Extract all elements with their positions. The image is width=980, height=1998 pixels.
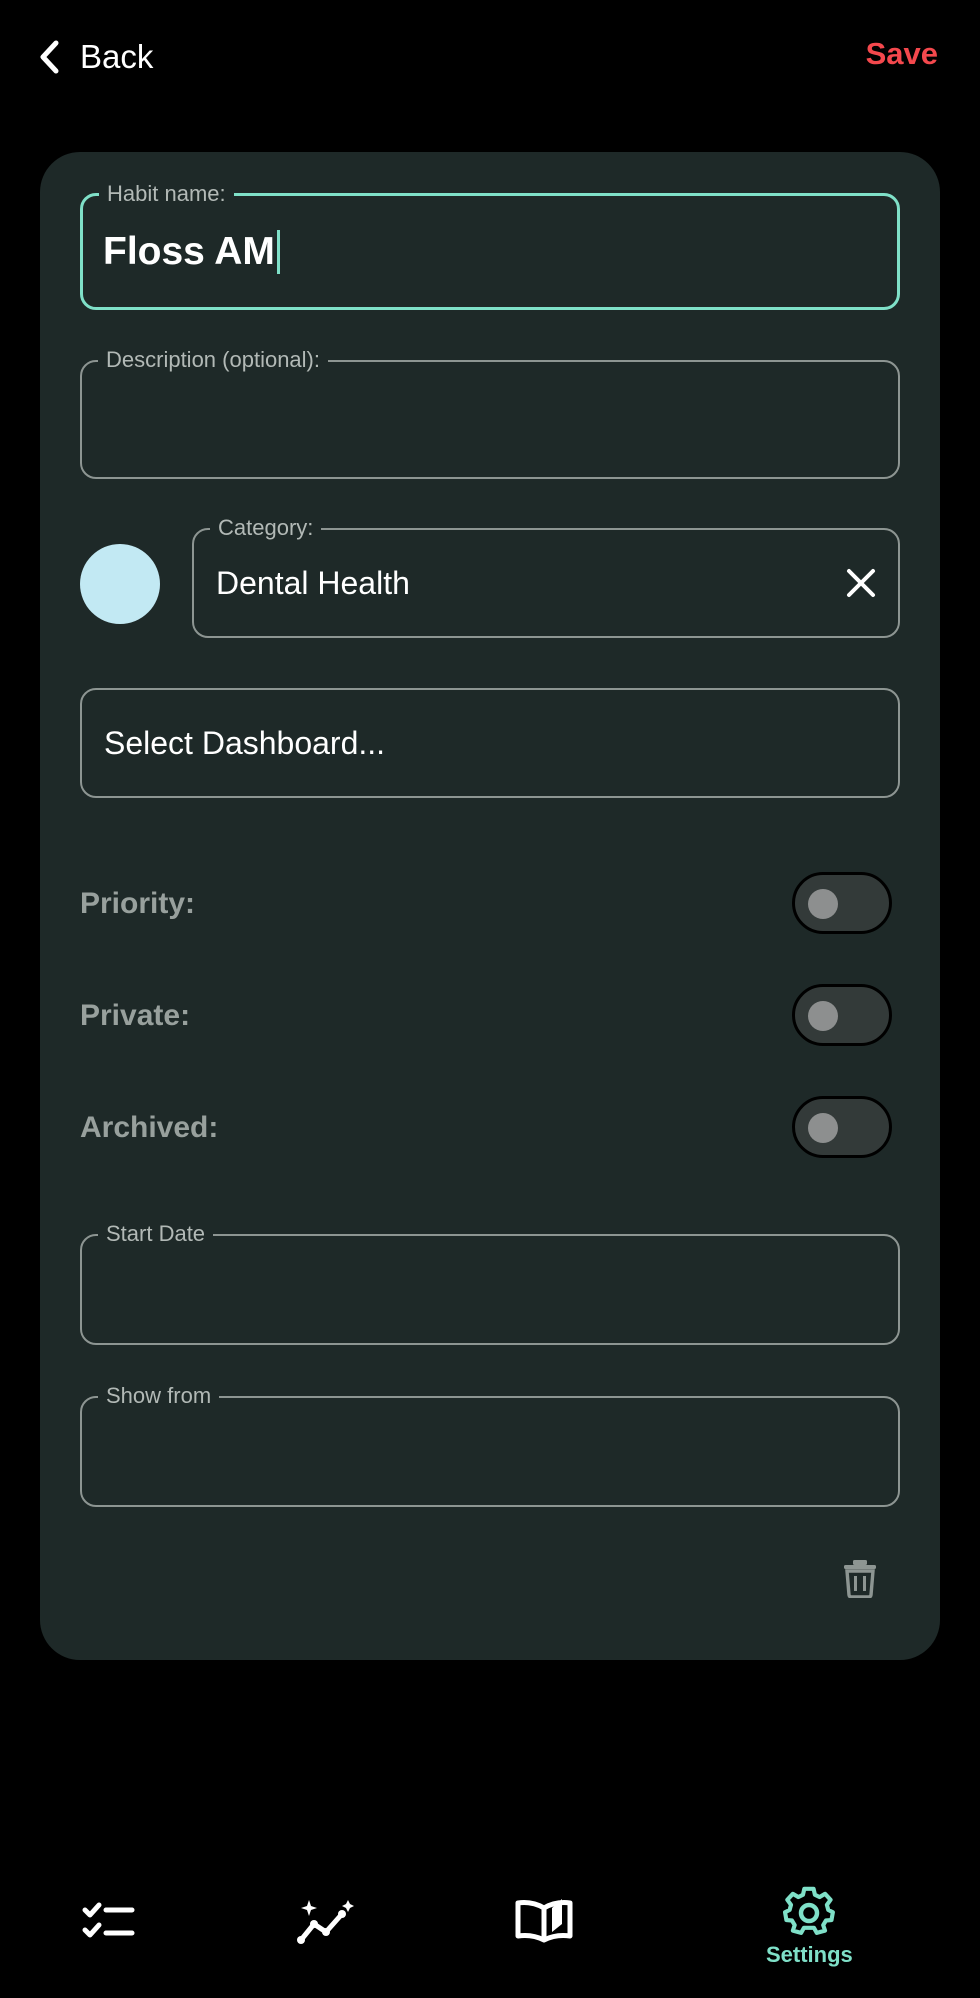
- start-date-legend: Start Date: [98, 1222, 214, 1246]
- bottom-nav: Settings: [0, 1860, 980, 1998]
- top-bar: Back Save: [0, 0, 980, 115]
- priority-row: Priority:: [80, 872, 900, 936]
- description-field[interactable]: Description (optional):: [80, 348, 900, 479]
- back-button[interactable]: Back: [36, 32, 153, 82]
- save-button[interactable]: Save: [866, 36, 938, 72]
- dashboard-placeholder: Select Dashboard...: [104, 724, 386, 761]
- category-field[interactable]: Category: Dental Health: [192, 516, 900, 638]
- nav-item-habits[interactable]: [82, 1902, 136, 1942]
- toggle-knob: [808, 1001, 838, 1031]
- start-date-field[interactable]: Start Date: [80, 1222, 900, 1345]
- habit-name-value: Floss AM: [103, 229, 275, 273]
- private-label: Private:: [80, 999, 191, 1032]
- nav-item-settings[interactable]: Settings: [766, 1886, 853, 1968]
- back-label: Back: [80, 38, 154, 75]
- dashboard-select[interactable]: Select Dashboard...: [80, 688, 900, 798]
- gear-icon: [783, 1886, 836, 1935]
- toggle-knob: [808, 889, 838, 919]
- private-toggle[interactable]: [792, 984, 892, 1046]
- trash-icon[interactable]: [842, 1558, 878, 1598]
- checklist-icon: [82, 1902, 135, 1938]
- show-from-field[interactable]: Show from: [80, 1384, 900, 1507]
- sparkle-chart-icon: [297, 1900, 354, 1944]
- clear-category-icon[interactable]: [844, 566, 878, 600]
- habit-name-value-wrap: Floss AM: [103, 196, 280, 307]
- show-from-legend: Show from: [98, 1384, 220, 1408]
- category-value: Dental Health: [216, 564, 410, 601]
- archived-toggle[interactable]: [792, 1096, 892, 1158]
- priority-toggle[interactable]: [792, 872, 892, 934]
- text-caret: [276, 229, 280, 274]
- nav-item-journal[interactable]: [514, 1896, 574, 1944]
- habit-name-field[interactable]: Habit name: Floss AM: [80, 182, 900, 310]
- category-color-swatch[interactable]: [80, 544, 160, 624]
- toggle-knob: [808, 1113, 838, 1143]
- nav-item-stats[interactable]: [296, 1898, 358, 1946]
- priority-label: Priority:: [80, 887, 196, 920]
- open-book-icon: [515, 1899, 573, 1943]
- habit-form-card: Habit name: Floss AM Description (option…: [40, 152, 940, 1660]
- archived-row: Archived:: [80, 1096, 900, 1160]
- description-legend: Description (optional):: [98, 348, 328, 372]
- nav-label-settings: Settings: [766, 1942, 853, 1967]
- chevron-left-icon: [40, 40, 59, 74]
- archived-label: Archived:: [80, 1111, 219, 1144]
- private-row: Private:: [80, 984, 900, 1048]
